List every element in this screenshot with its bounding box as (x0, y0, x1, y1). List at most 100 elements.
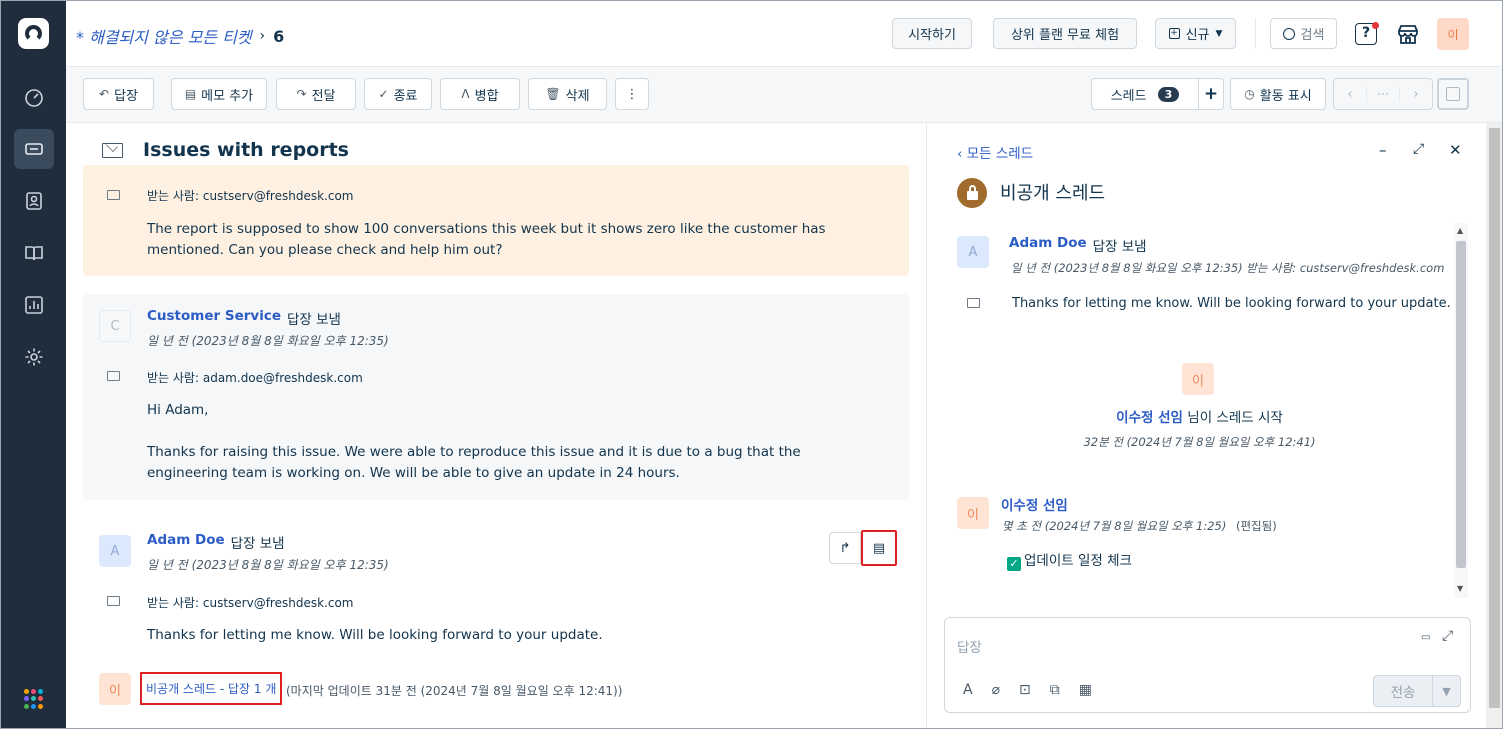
merge-label: 병합 (474, 88, 499, 104)
starter-name-link[interactable]: 이수정 선임 (1116, 410, 1183, 426)
message-body: The report is supposed to show 100 conve… (147, 221, 826, 258)
sender-name-link[interactable]: Customer Service (147, 308, 281, 328)
search-label: 검색 (1300, 28, 1325, 43)
note-timestamp: 몇 초 전 (2024년 7월 8일 월요일 오후 1:25) (1002, 519, 1227, 533)
more-actions-button[interactable]: ⋮ (615, 78, 649, 110)
threads-label: 스레드 (1110, 88, 1147, 104)
knowledge-base-icon[interactable] (14, 233, 54, 273)
thread-messages: A Adam Doe 답장 보냄 일 년 전 (2023년 8월 8일 화요일 … (927, 223, 1472, 598)
to-label: 받는 사람: (147, 596, 200, 610)
reply-input[interactable]: 답장 (957, 636, 982, 656)
sender-avatar: A (99, 535, 131, 567)
thread-scrollbar[interactable]: ▲ ▼ (1454, 223, 1468, 598)
more-vertical-icon: ⋮ (625, 86, 639, 102)
start-thread-icon[interactable]: ▤ (861, 530, 897, 566)
mail-icon (107, 596, 120, 606)
get-started-button[interactable]: 시작하기 (892, 18, 972, 49)
close-ticket-button[interactable]: ✓ 종료 (364, 78, 432, 110)
toggle-side-panel-icon[interactable] (1437, 78, 1469, 110)
marketplace-store-icon[interactable] (1393, 19, 1423, 49)
thread-reply-composer[interactable]: 답장 ▭ ⤢ A ⌀ ⊡ ⧉ ▦ 전송 ▼ (944, 617, 1471, 713)
mail-icon (107, 371, 120, 381)
lock-icon (957, 178, 987, 208)
search-button[interactable]: 검색 (1270, 18, 1337, 49)
thread-side-panel: ‹ 모든 스레드 – ⤢ ✕ 비공개 스레드 A Adam Doe 답장 보냄 … (926, 123, 1486, 728)
contacts-icon[interactable] (14, 181, 54, 221)
all-threads-back-link[interactable]: ‹ 모든 스레드 (957, 142, 1033, 162)
close-label: 종료 (393, 88, 418, 104)
next-ticket-icon[interactable]: › (1400, 87, 1432, 102)
sender-line: Customer Service 답장 보냄 (147, 308, 341, 328)
sender-name-link[interactable]: Adam Doe (147, 532, 225, 552)
reports-icon[interactable] (14, 285, 54, 325)
started-suffix: 님이 스레드 시작 (1187, 410, 1283, 426)
to-email: custserv@freshdesk.com (202, 189, 354, 203)
dashboard-icon[interactable] (14, 78, 54, 118)
freshdesk-logo-icon[interactable] (18, 18, 49, 49)
panel-icon (1446, 87, 1460, 101)
new-dropdown-button[interactable]: + 신규 ▼ (1155, 18, 1236, 49)
note-author-line: 이수정 선임 (1001, 494, 1068, 514)
ticket-subject: Issues with reports (102, 139, 349, 161)
add-thread-button[interactable]: + (1198, 78, 1224, 110)
private-thread-link[interactable]: 비공개 스레드 - 답장 1 개 (140, 672, 283, 705)
activity-label: 활동 표시 (1259, 88, 1312, 104)
minimize-editor-icon[interactable]: ▭ (1421, 632, 1430, 643)
thread-started-line: 이수정 선임 님이 스레드 시작 (927, 406, 1472, 426)
threads-count-badge: 3 (1157, 86, 1180, 102)
expand-editor-icon[interactable]: ⤢ (1442, 628, 1453, 644)
add-note-button[interactable]: ▤ 메모 추가 (171, 78, 267, 110)
close-icon[interactable]: ✕ (1449, 141, 1462, 159)
message-greeting: Hi Adam, (147, 402, 209, 418)
help-icon[interactable]: ? (1351, 19, 1381, 49)
ticket-list-icon[interactable]: ⋯ (1367, 86, 1400, 102)
conversation-pane: Issues with reports 받는 사람: custserv@fres… (66, 123, 926, 728)
minimize-icon[interactable]: – (1379, 141, 1387, 159)
breadcrumb-separator: › (259, 28, 266, 44)
merge-button[interactable]: ⴷ 병합 (440, 78, 520, 110)
app-switcher-icon[interactable] (24, 689, 44, 709)
breadcrumb[interactable]: * 해결되지 않은 모든 티켓 › 6 (76, 24, 284, 48)
threads-button[interactable]: 스레드 3 (1091, 78, 1199, 110)
tickets-icon[interactable] (14, 129, 54, 169)
previous-ticket-icon[interactable]: ‹ (1334, 86, 1367, 102)
attachment-icon[interactable]: ⌀ (992, 682, 1000, 698)
forward-message-icon[interactable]: ↱ (829, 532, 861, 564)
reply-button[interactable]: ↶ 답장 (83, 78, 154, 110)
plus-icon: + (1203, 84, 1219, 104)
message-timestamp: 일 년 전 (2023년 8월 8일 화요일 오후 12:35) (1011, 261, 1243, 275)
show-activity-button[interactable]: ◷ 활동 표시 (1230, 78, 1326, 110)
email-source-icon (102, 139, 123, 158)
free-trial-button[interactable]: 상위 플랜 무료 체험 (993, 18, 1137, 49)
note-body: ✓ 업데이트 일정 체크 (1007, 551, 1407, 572)
scrollbar-thumb[interactable] (1456, 241, 1466, 568)
send-button[interactable]: 전송 (1374, 676, 1432, 706)
note-author-link[interactable]: 이수정 선임 (1001, 494, 1068, 514)
breadcrumb-view-name[interactable]: * 해결되지 않은 모든 티켓 (76, 24, 252, 48)
recipient-line: 받는 사람: custserv@freshdesk.com (147, 594, 353, 611)
message-body: Thanks for raising this issue. We were a… (147, 444, 801, 481)
note-meta: 몇 초 전 (2024년 7월 8일 월요일 오후 1:25) (편집됨) (1002, 518, 1277, 534)
scroll-up-icon[interactable]: ▲ (1457, 226, 1463, 235)
delete-button[interactable]: 🗑 삭제 (528, 78, 607, 110)
merge-icon: ⴷ (461, 87, 470, 101)
trash-icon: 🗑 (545, 87, 561, 101)
sender-avatar: C (99, 310, 131, 342)
window-scrollbar[interactable] (1486, 123, 1502, 728)
settings-gear-icon[interactable] (14, 337, 54, 377)
scroll-down-icon[interactable]: ▼ (1457, 584, 1463, 593)
sender-name-link[interactable]: Adam Doe (1009, 235, 1087, 255)
forward-button[interactable]: ↷ 전달 (276, 78, 356, 110)
user-avatar[interactable]: 이 (1437, 18, 1469, 50)
send-options-chevron-icon[interactable]: ▼ (1432, 676, 1460, 706)
window-scrollbar-thumb[interactable] (1489, 128, 1500, 708)
text-format-icon[interactable]: A (963, 682, 973, 698)
expand-icon[interactable]: ⤢ (1413, 141, 1424, 157)
solution-article-icon[interactable]: ⧉ (1050, 682, 1060, 698)
sender-line: Adam Doe 답장 보냄 (1009, 235, 1147, 255)
ticket-action-toolbar: ↶ 답장 ▤ 메모 추가 ↷ 전달 ✓ 종료 ⴷ 병합 🗑 삭제 ⋮ 스레드 3 + ◷ 활동 … (66, 67, 1502, 123)
template-icon[interactable]: ▦ (1079, 682, 1092, 698)
message-hover-actions: ↱ ▤ (829, 530, 897, 567)
canned-response-icon[interactable]: ⊡ (1019, 682, 1031, 698)
message-timestamp: 일 년 전 (2023년 8월 8일 화요일 오후 12:35) (147, 558, 389, 572)
